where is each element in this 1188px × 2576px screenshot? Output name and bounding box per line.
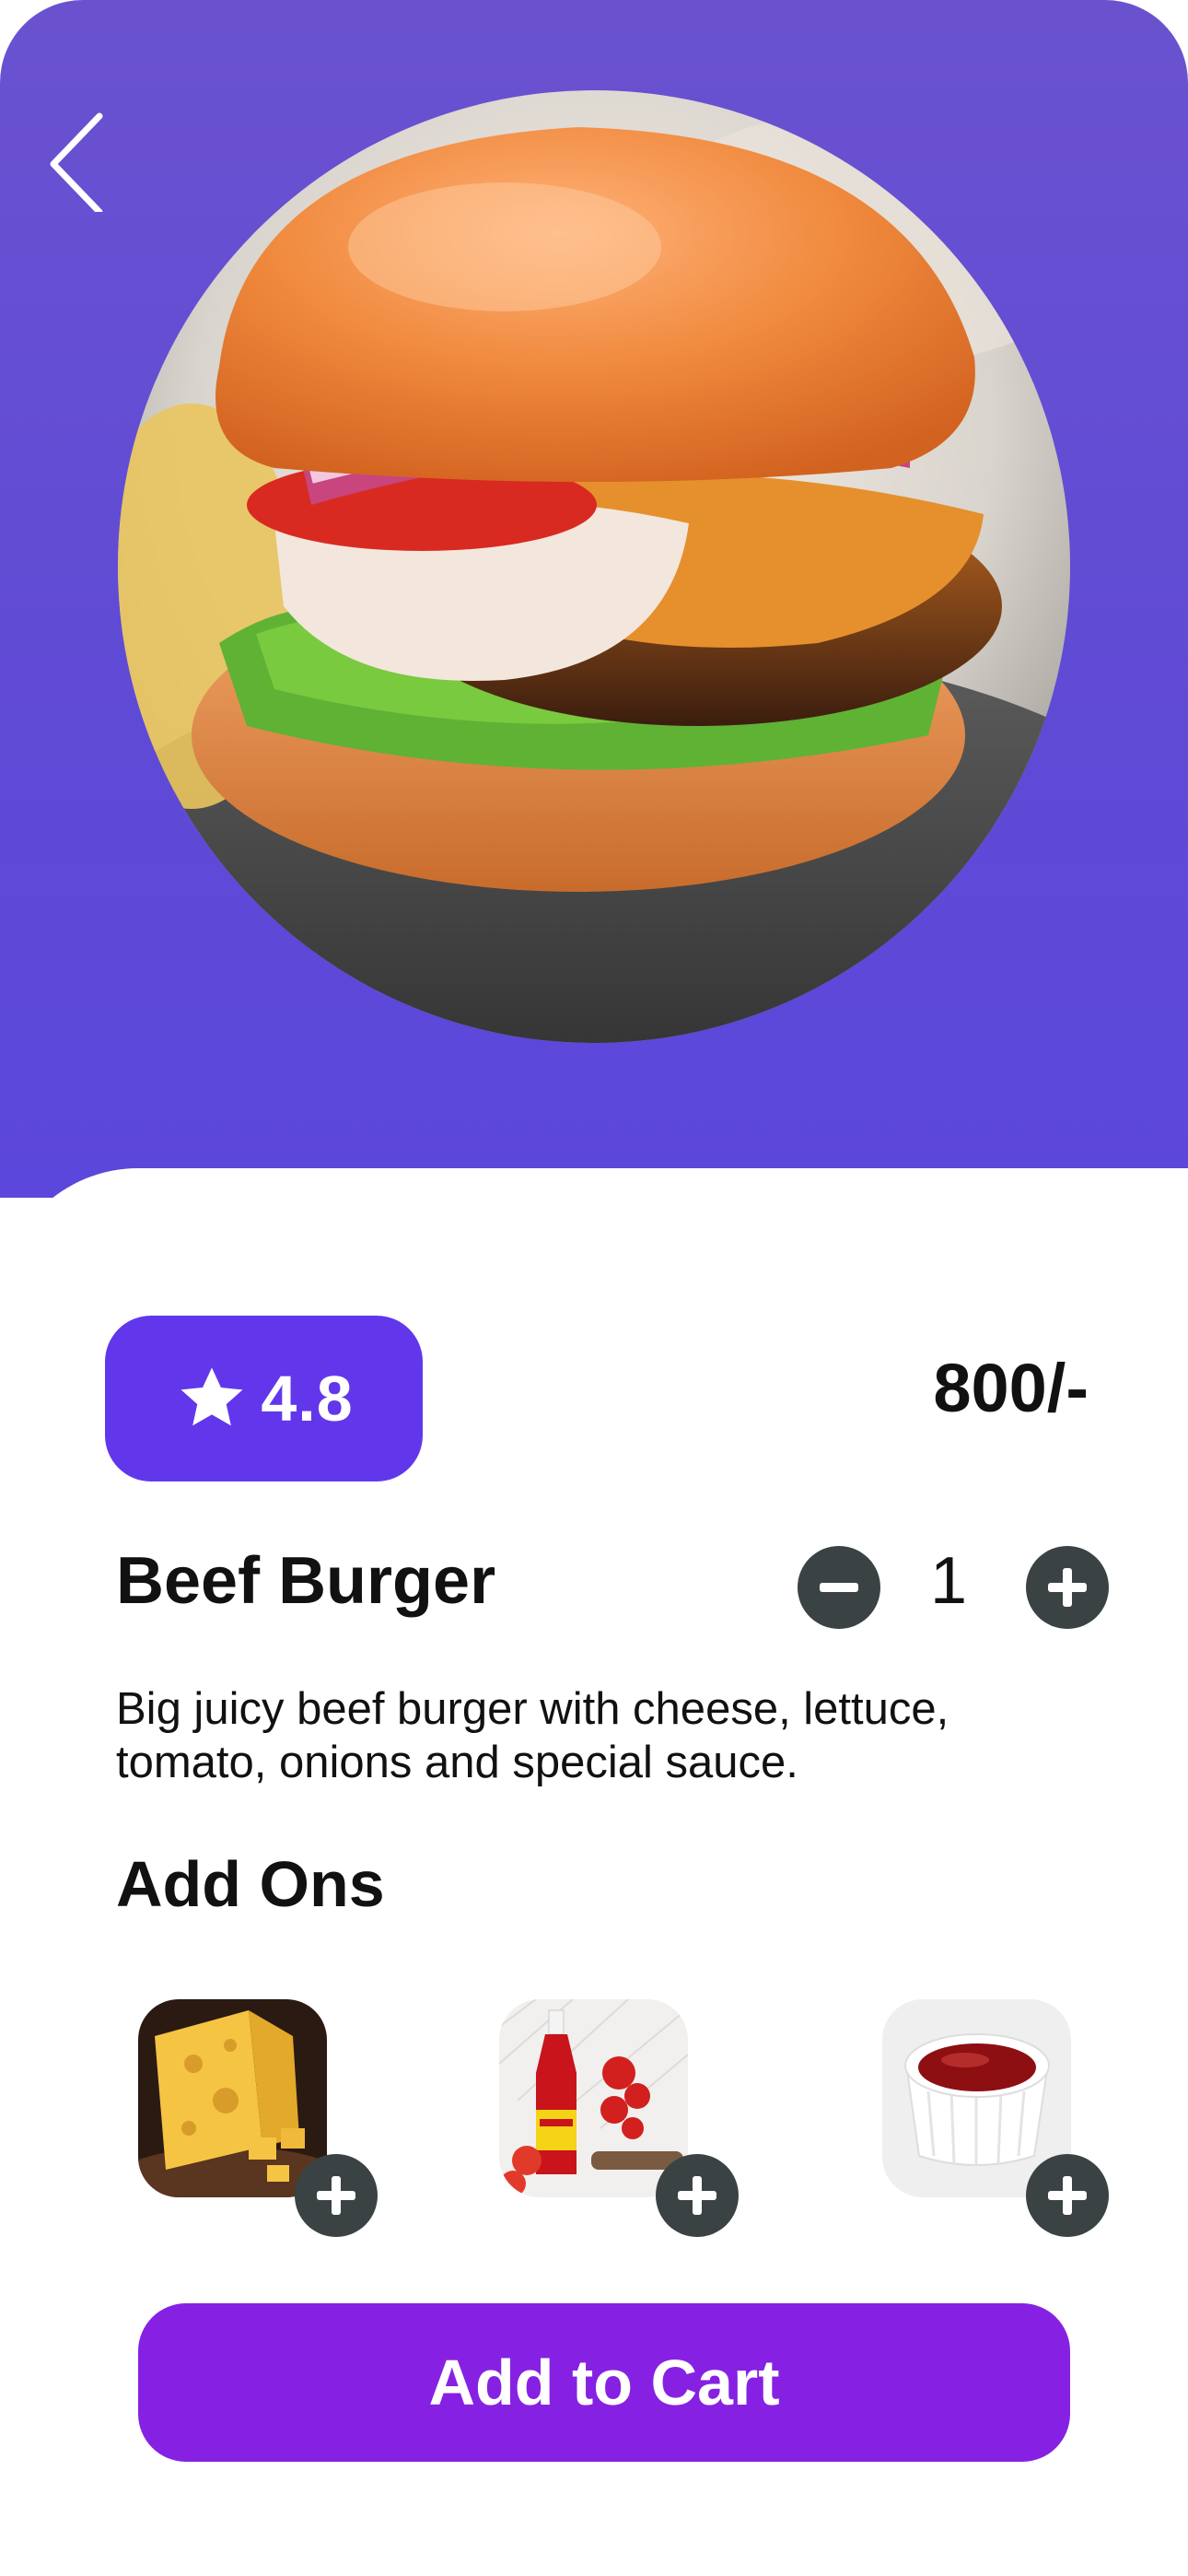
quantity-value: 1	[929, 1544, 968, 1618]
add-cheese-button[interactable]	[295, 2154, 378, 2237]
add-ons-title: Add Ons	[116, 1848, 385, 1920]
rating-badge: 4.8	[105, 1316, 423, 1481]
add-to-cart-button[interactable]: Add to Cart	[138, 2303, 1070, 2462]
rating-value: 4.8	[261, 1363, 354, 1434]
product-description: Big juicy beef burger with cheese, lettu…	[116, 1684, 949, 1787]
add-ketchup-bowl-button[interactable]	[1026, 2154, 1109, 2237]
plus-icon	[1048, 2176, 1087, 2215]
plus-icon	[1048, 1568, 1087, 1607]
chevron-left-icon	[50, 112, 103, 216]
price: 800/-	[933, 1350, 1089, 1426]
hero-section	[0, 0, 1188, 1198]
plus-icon	[317, 2176, 355, 2215]
plus-icon	[678, 2176, 716, 2215]
back-button[interactable]	[37, 101, 120, 216]
burger-image	[118, 90, 1070, 1043]
increase-quantity-button[interactable]	[1026, 1546, 1109, 1629]
star-icon	[181, 1367, 243, 1426]
add-ketchup-bottle-button[interactable]	[656, 2154, 739, 2237]
minus-icon	[820, 1583, 858, 1592]
product-name: Beef Burger	[116, 1544, 496, 1618]
decrease-quantity-button[interactable]	[798, 1546, 880, 1629]
